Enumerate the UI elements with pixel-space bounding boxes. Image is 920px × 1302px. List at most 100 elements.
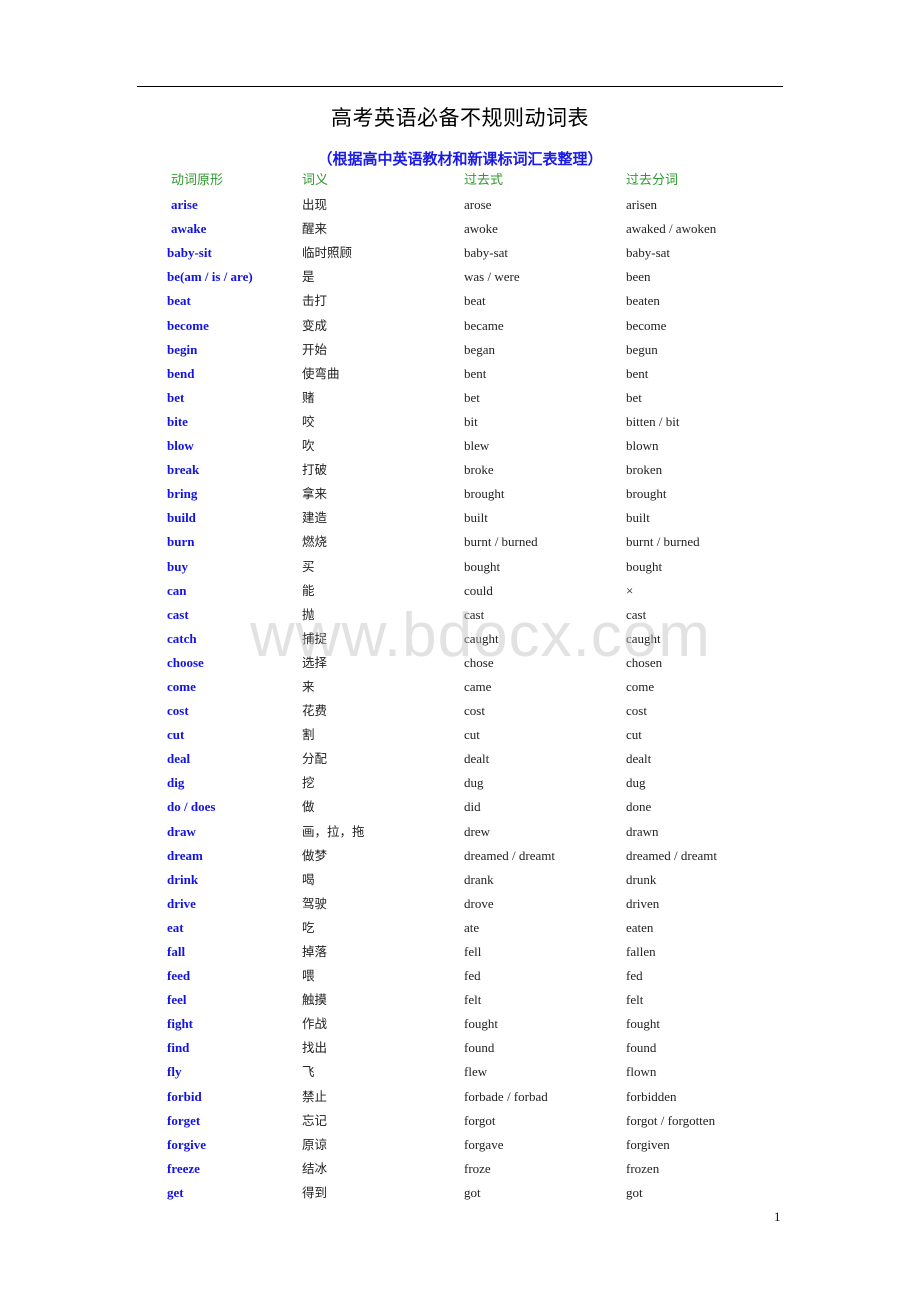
verb-past-participle: caught (626, 630, 661, 646)
verb-base-form: fight (167, 1016, 193, 1032)
table-row: fight 作战 fought fought (0, 1012, 920, 1036)
verb-meaning: 割 (302, 727, 315, 743)
table-row: cut 割 cut cut (0, 723, 920, 747)
verb-base-form: can (167, 582, 187, 598)
verb-base-form: arise (171, 197, 198, 213)
table-row: begin 开始 began begun (0, 338, 920, 362)
verb-past-participle: bought (626, 558, 663, 574)
verb-meaning: 作战 (302, 1016, 328, 1032)
verb-past-tense: beat (464, 293, 486, 309)
verb-past-tense: ate (464, 919, 480, 935)
verb-meaning: 打破 (302, 462, 328, 478)
table-row: burn 燃烧 burnt / burned burnt / burned (0, 530, 920, 554)
verb-meaning: 挖 (302, 775, 315, 791)
verb-base-form: deal (167, 751, 191, 767)
table-row: be(am / is / are) 是 was / were been (0, 265, 920, 289)
table-row: blow 吹 blew blown (0, 434, 920, 458)
verb-past-tense: fed (464, 968, 481, 984)
table-row: break 打破 broke broken (0, 458, 920, 482)
verb-past-tense: broke (464, 462, 494, 478)
table-row: draw 画，拉，拖 drew drawn (0, 820, 920, 844)
table-row: fall 掉落 fell fallen (0, 940, 920, 964)
verb-meaning: 飞 (302, 1064, 315, 1080)
verb-meaning: 出现 (302, 197, 328, 213)
verb-base-form: choose (167, 654, 204, 670)
verb-meaning: 吃 (302, 919, 315, 935)
header-base-form: 动词原形 (171, 173, 224, 188)
verb-past-tense: blew (464, 438, 490, 454)
verb-past-tense: bet (464, 389, 480, 405)
verb-meaning: 开始 (302, 341, 328, 357)
table-row: eat 吃 ate eaten (0, 916, 920, 940)
verb-meaning: 分配 (302, 751, 328, 767)
table-row: become 变成 became become (0, 314, 920, 338)
verb-base-form: catch (167, 630, 197, 646)
verb-meaning: 结冰 (302, 1160, 328, 1176)
verb-past-participle: been (626, 269, 651, 285)
document-subtitle: （根据高中英语教材和新课标词汇表整理） (317, 150, 603, 168)
verb-past-tense: drank (464, 871, 494, 887)
table-row: bring 拿来 brought brought (0, 482, 920, 506)
verb-past-participle: come (626, 678, 655, 694)
table-row: deal 分配 dealt dealt (0, 747, 920, 771)
verb-past-participle: forgot / forgotten (626, 1112, 716, 1128)
verb-meaning: 驾驶 (302, 895, 328, 911)
table-row: fly 飞 flew flown (0, 1060, 920, 1084)
verb-meaning: 触摸 (302, 992, 328, 1008)
verb-past-participle: cost (626, 703, 647, 719)
verb-past-participle: felt (626, 992, 644, 1008)
verb-past-participle: awaked / awoken (626, 221, 717, 237)
verb-past-participle: broken (626, 462, 663, 478)
verb-base-form: get (167, 1184, 184, 1200)
verb-meaning: 做梦 (302, 847, 328, 863)
table-row: dig 挖 dug dug (0, 771, 920, 795)
verb-past-participle: bent (626, 365, 649, 381)
verb-base-form: bring (167, 486, 198, 502)
verb-meaning: 找出 (302, 1040, 328, 1056)
verb-past-participle: flown (626, 1064, 657, 1080)
verb-base-form: fall (167, 944, 186, 959)
verb-past-tense: came (464, 678, 492, 694)
verb-base-form: bend (167, 365, 195, 381)
table-row: forget 忘记 forgot forgot / forgotten (0, 1109, 920, 1133)
verb-past-tense: did (464, 799, 481, 815)
verb-meaning: 掉落 (302, 944, 328, 959)
verb-past-tense: brought (464, 486, 505, 502)
verb-base-form: cost (167, 703, 189, 719)
verb-base-form: draw (167, 823, 196, 839)
verb-past-participle: brought (626, 486, 667, 502)
verb-base-form: drive (167, 895, 196, 911)
verb-meaning: 变成 (302, 317, 328, 333)
table-row: arise 出现 arose arisen (0, 193, 920, 217)
verb-past-tense: cast (464, 606, 485, 622)
table-row: get 得到 got got (0, 1181, 920, 1205)
verb-base-form: fly (167, 1064, 182, 1080)
verb-meaning: 捕捉 (302, 630, 328, 646)
table-row: bite 咬 bit bitten / bit (0, 410, 920, 434)
verb-base-form: cut (167, 727, 185, 743)
verb-past-tense: dealt (464, 751, 490, 767)
verb-base-form: drink (167, 871, 199, 887)
verb-past-tense: built (464, 510, 488, 526)
verb-past-participle: eaten (626, 919, 654, 935)
table-row: awake 醒来 awoke awaked / awoken (0, 217, 920, 241)
verb-past-tense: fought (464, 1016, 498, 1032)
table-row: feel 触摸 felt felt (0, 988, 920, 1012)
verb-past-participle: dreamed / dreamt (626, 847, 717, 863)
verb-meaning: 买 (302, 558, 315, 574)
verb-past-participle: beaten (626, 293, 660, 309)
verb-past-tense: flew (464, 1064, 488, 1080)
table-header-row: 动词原形 词义 过去式 过去分词 (0, 169, 920, 193)
verb-past-participle: cut (626, 727, 642, 743)
table-row: beat 击打 beat beaten (0, 289, 920, 313)
verb-base-form: feel (167, 992, 187, 1008)
verb-base-form: feed (167, 968, 191, 984)
verb-base-form: beat (167, 293, 191, 309)
header-rule (137, 86, 783, 87)
verb-base-form: dig (167, 775, 185, 791)
verb-meaning: 做 (302, 799, 315, 815)
verb-base-form: cast (167, 606, 189, 622)
verb-past-tense: forgave (464, 1136, 504, 1152)
verb-base-form: dream (167, 847, 203, 863)
verb-past-participle: frozen (626, 1160, 660, 1176)
